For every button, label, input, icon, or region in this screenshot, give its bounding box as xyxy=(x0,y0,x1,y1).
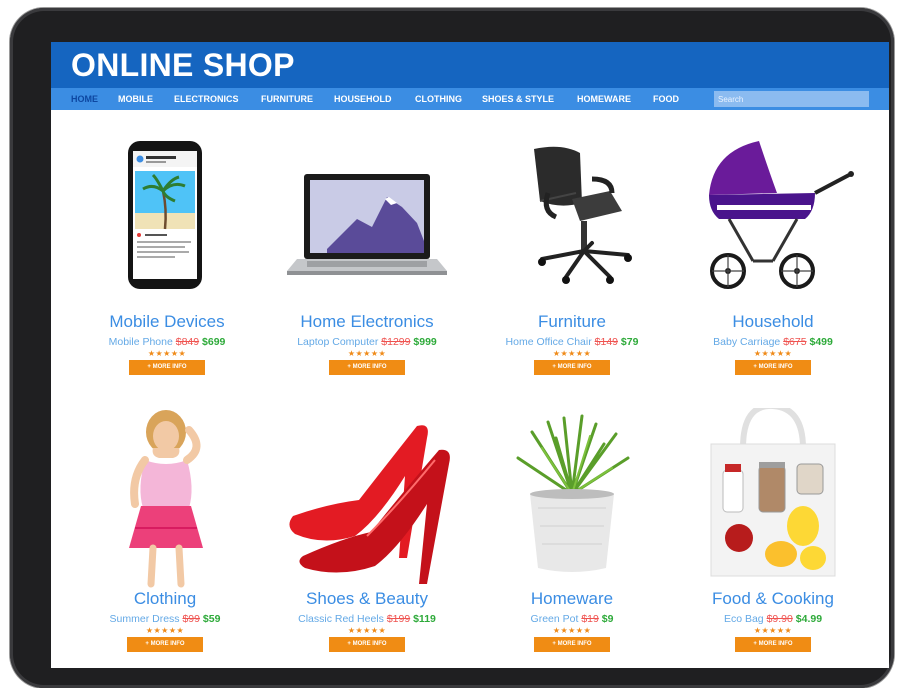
summer-dress-image[interactable] xyxy=(65,408,265,588)
category-title[interactable]: Clothing xyxy=(65,589,265,609)
category-title[interactable]: Mobile Devices xyxy=(67,312,267,332)
star-rating: ★★★★★ xyxy=(145,626,185,635)
sale-price: $79 xyxy=(620,336,639,348)
product-price-line: Summer Dress $99 $59 xyxy=(65,613,265,625)
old-price: $19 xyxy=(581,613,599,625)
more-info-button[interactable]: + MORE INFO xyxy=(329,360,405,375)
sale-price: $699 xyxy=(202,336,226,348)
product-card-food: Food & Cooking Eco Bag $9.90 $4.99 ★★★★★… xyxy=(673,408,873,668)
nav-household[interactable]: HOUSEHOLD xyxy=(334,94,392,104)
more-info-button[interactable]: + MORE INFO xyxy=(127,637,203,652)
sale-price: $4.99 xyxy=(795,613,823,625)
nav-food[interactable]: FOOD xyxy=(653,94,679,104)
sale-price: $499 xyxy=(809,336,833,348)
shop-screen: ONLINE SHOP HOME MOBILE ELECTRONICS FURN… xyxy=(51,42,889,668)
more-info-button[interactable]: + MORE INFO xyxy=(735,637,811,652)
product-card-furniture: Furniture Home Office Chair $149 $79 ★★★… xyxy=(472,131,672,401)
old-price: $675 xyxy=(783,336,807,348)
green-pot-image[interactable] xyxy=(472,408,672,588)
product-card-shoes: Shoes & Beauty Classic Red Heels $199 $1… xyxy=(267,408,467,668)
more-info-button[interactable]: + MORE INFO xyxy=(534,637,610,652)
old-price: $149 xyxy=(594,336,618,348)
product-name: Classic Red Heels xyxy=(298,613,384,625)
nav-furniture[interactable]: FURNITURE xyxy=(261,94,313,104)
shop-logo[interactable]: ONLINE SHOP xyxy=(71,47,295,84)
red-heels-image[interactable] xyxy=(267,408,467,588)
product-card-homeware: Homeware Green Pot $19 $9 ★★★★★ + MORE I… xyxy=(472,408,672,668)
category-title[interactable]: Food & Cooking xyxy=(673,589,873,609)
eco-bag-image[interactable] xyxy=(673,408,873,588)
product-price-line: Home Office Chair $149 $79 xyxy=(472,336,672,348)
star-rating: ★★★★★ xyxy=(552,626,592,635)
tablet-frame: ONLINE SHOP HOME MOBILE ELECTRONICS FURN… xyxy=(10,8,894,688)
nav-shoes-style[interactable]: SHOES & STYLE xyxy=(482,94,554,104)
product-name: Mobile Phone xyxy=(108,336,173,348)
old-price: $1299 xyxy=(381,336,411,348)
product-name: Summer Dress xyxy=(109,613,180,625)
more-info-button[interactable]: + MORE INFO xyxy=(735,360,811,375)
category-title[interactable]: Furniture xyxy=(472,312,672,332)
star-rating: ★★★★★ xyxy=(552,349,592,358)
office-chair-image[interactable] xyxy=(472,131,672,311)
product-price-line: Eco Bag $9.90 $4.99 xyxy=(673,613,873,625)
nav-homeware[interactable]: HOMEWARE xyxy=(577,94,631,104)
product-card-mobile: Mobile Devices Mobile Phone $849 $699 ★★… xyxy=(67,131,267,401)
star-rating: ★★★★★ xyxy=(347,626,387,635)
sale-price: $999 xyxy=(413,336,437,348)
nav-home[interactable]: HOME xyxy=(71,94,98,104)
site-header: ONLINE SHOP xyxy=(51,42,889,88)
star-rating: ★★★★★ xyxy=(753,349,793,358)
product-price-line: Green Pot $19 $9 xyxy=(472,613,672,625)
star-rating: ★★★★★ xyxy=(147,349,187,358)
category-title[interactable]: Household xyxy=(673,312,873,332)
old-price: $99 xyxy=(182,613,200,625)
old-price: $849 xyxy=(175,336,200,348)
main-nav: HOME MOBILE ELECTRONICS FURNITURE HOUSEH… xyxy=(51,88,889,110)
old-price: $9.90 xyxy=(766,613,793,625)
product-card-electronics: Home Electronics Laptop Computer $1299 $… xyxy=(267,131,467,401)
more-info-button[interactable]: + MORE INFO xyxy=(534,360,610,375)
product-price-line: Mobile Phone $849 $699 xyxy=(67,336,267,348)
sale-price: $9 xyxy=(601,613,614,625)
product-name: Baby Carriage xyxy=(713,336,781,348)
star-rating: ★★★★★ xyxy=(347,349,387,358)
product-card-household: Household Baby Carriage $675 $499 ★★★★★ … xyxy=(673,131,873,401)
more-info-button[interactable]: + MORE INFO xyxy=(129,360,205,375)
product-price-line: Laptop Computer $1299 $999 xyxy=(267,336,467,348)
sale-price: $119 xyxy=(413,613,436,625)
category-title[interactable]: Home Electronics xyxy=(267,312,467,332)
product-name: Eco Bag xyxy=(723,613,764,625)
nav-mobile[interactable]: MOBILE xyxy=(118,94,153,104)
search-input[interactable] xyxy=(714,91,869,107)
more-info-button[interactable]: + MORE INFO xyxy=(329,637,405,652)
nav-electronics[interactable]: ELECTRONICS xyxy=(174,94,239,104)
product-name: Home Office Chair xyxy=(505,336,592,348)
product-name: Laptop Computer xyxy=(297,336,379,348)
sale-price: $59 xyxy=(202,613,221,625)
product-name: Green Pot xyxy=(530,613,579,625)
nav-clothing[interactable]: CLOTHING xyxy=(415,94,462,104)
category-title[interactable]: Homeware xyxy=(472,589,672,609)
star-rating: ★★★★★ xyxy=(753,626,793,635)
product-price-line: Classic Red Heels $199 $119 xyxy=(267,613,467,625)
category-title[interactable]: Shoes & Beauty xyxy=(267,589,467,609)
baby-carriage-image[interactable] xyxy=(673,131,873,311)
phone-image[interactable] xyxy=(67,131,267,311)
product-card-clothing: Clothing Summer Dress $99 $59 ★★★★★ + MO… xyxy=(65,408,265,668)
product-price-line: Baby Carriage $675 $499 xyxy=(673,336,873,348)
old-price: $199 xyxy=(386,613,411,625)
laptop-image[interactable] xyxy=(267,131,467,311)
